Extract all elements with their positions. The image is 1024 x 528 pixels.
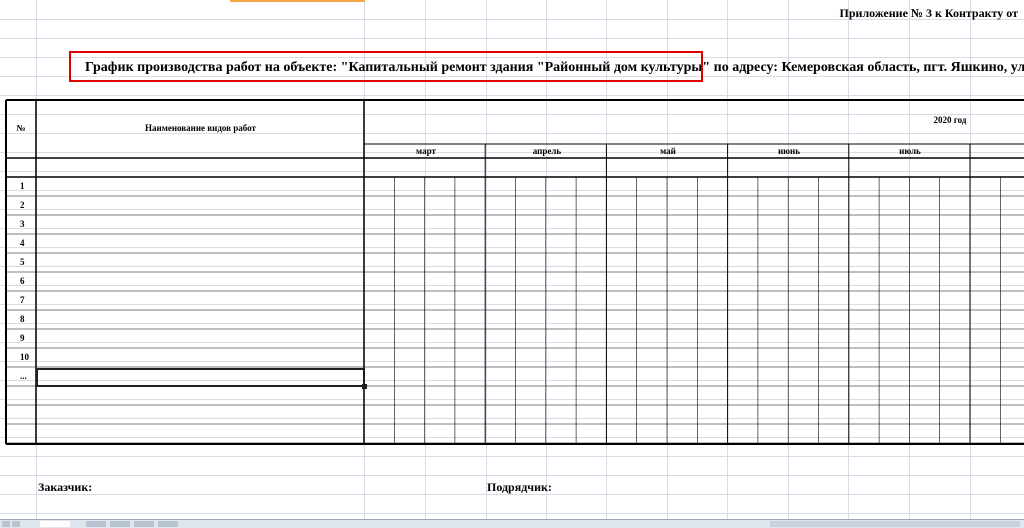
column-header-number: № bbox=[16, 123, 26, 133]
row-number: 4 bbox=[20, 238, 25, 248]
sheet-tab-active[interactable] bbox=[40, 521, 70, 527]
row-number: 9 bbox=[20, 333, 25, 343]
year-header: 2020 год bbox=[933, 115, 967, 125]
schedule-table bbox=[5, 99, 1024, 445]
sheet-tab[interactable] bbox=[158, 521, 178, 527]
month-header: ав bbox=[971, 146, 1024, 156]
month-header: март bbox=[416, 146, 436, 156]
month-header: июнь bbox=[777, 146, 800, 156]
column-header-work-name: Наименование видов работ bbox=[145, 123, 256, 133]
prev-sheet-button[interactable] bbox=[12, 521, 20, 527]
horizontal-scrollbar[interactable] bbox=[770, 521, 1020, 527]
sheet-tab[interactable] bbox=[110, 521, 130, 527]
month-header: июль bbox=[899, 146, 921, 156]
row-number: 8 bbox=[20, 314, 25, 324]
row-number: 3 bbox=[20, 219, 25, 229]
row-number: 2 bbox=[20, 200, 25, 210]
selected-cell[interactable] bbox=[36, 368, 365, 387]
row-number: 1 bbox=[20, 181, 25, 191]
row-number: 5 bbox=[20, 257, 25, 267]
sheet-tab[interactable] bbox=[86, 521, 106, 527]
sheet-tab[interactable] bbox=[134, 521, 154, 527]
row-number: ... bbox=[20, 371, 27, 381]
row-number: 6 bbox=[20, 276, 25, 286]
month-header: май bbox=[660, 146, 676, 156]
customer-label: Заказчик: bbox=[38, 480, 93, 494]
first-sheet-button[interactable] bbox=[2, 521, 10, 527]
contractor-label: Подрядчик: bbox=[487, 480, 552, 494]
row-number: 10 bbox=[20, 352, 29, 362]
fill-handle[interactable] bbox=[362, 384, 367, 389]
row-number: 7 bbox=[20, 295, 25, 305]
month-header: апрель bbox=[532, 146, 562, 156]
